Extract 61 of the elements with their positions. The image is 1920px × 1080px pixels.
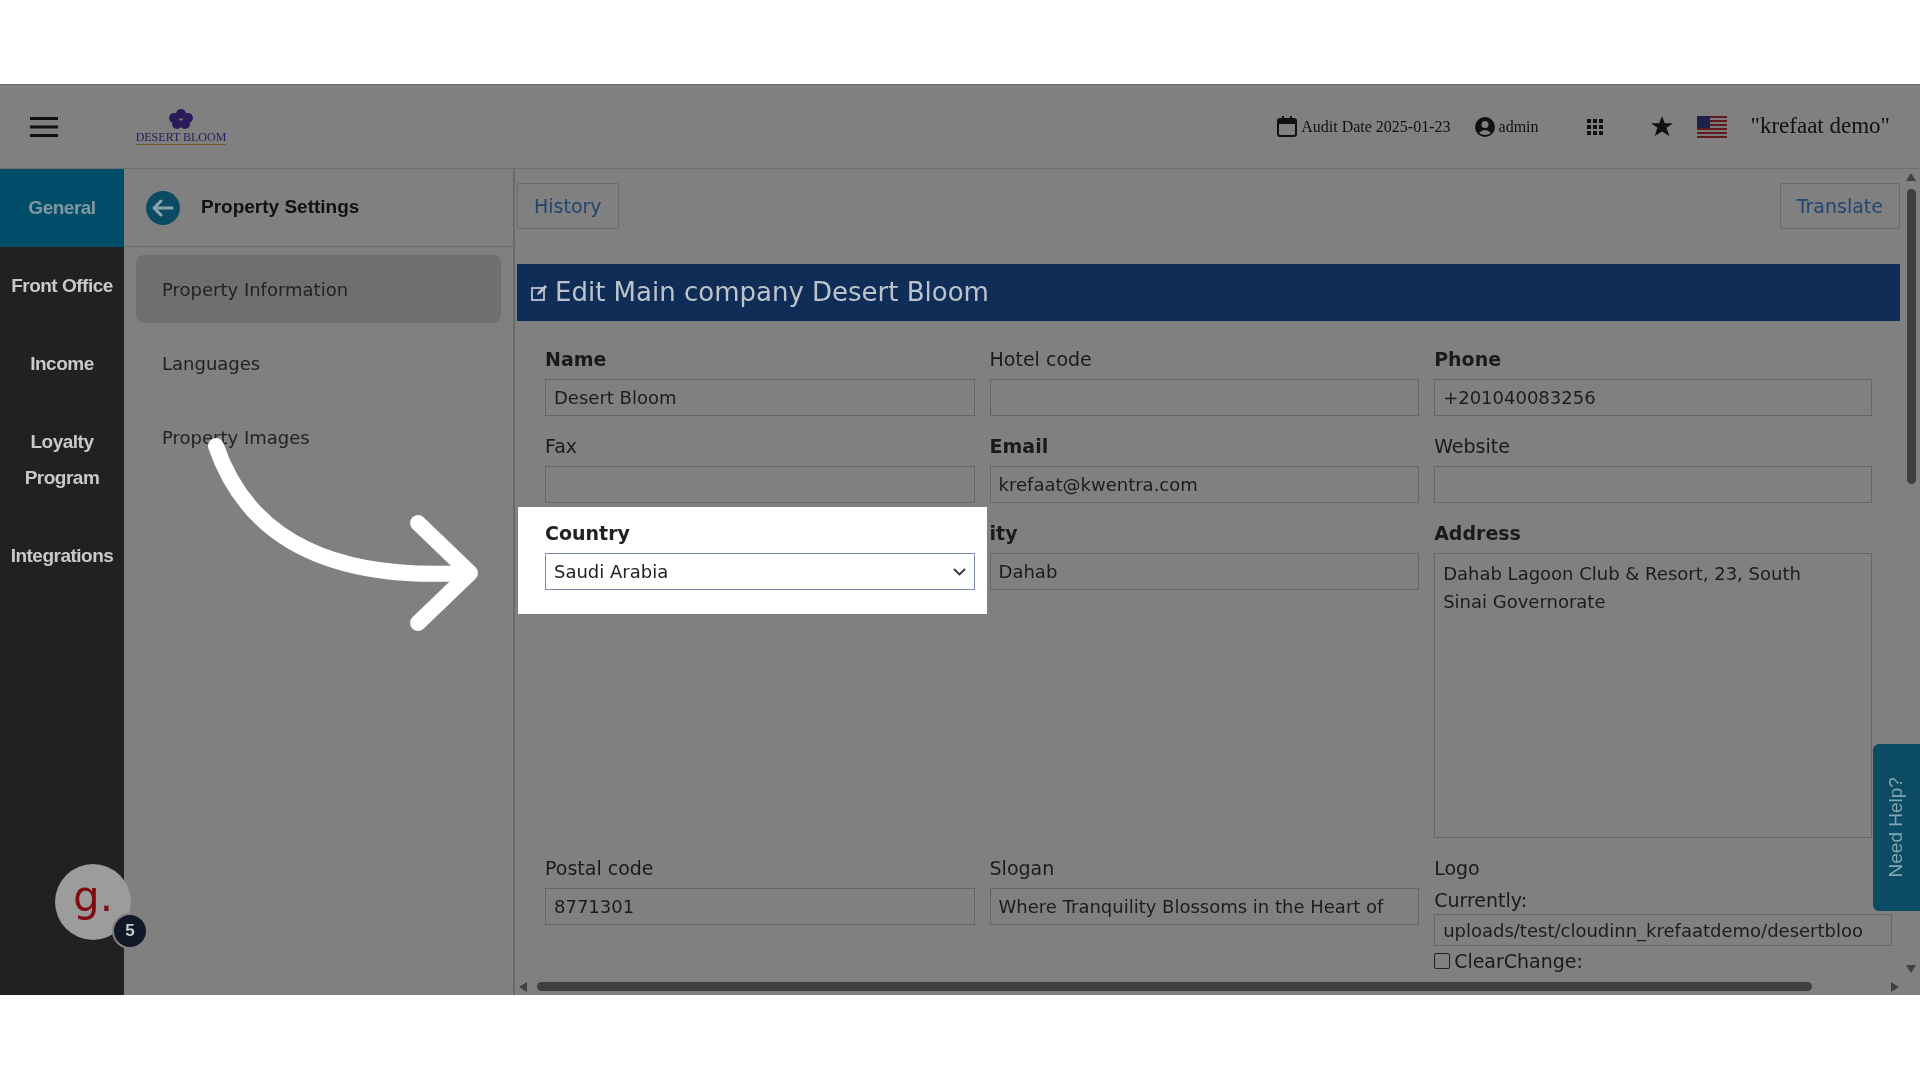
edit-icon xyxy=(531,284,547,301)
field-label: Phone xyxy=(1434,347,1503,371)
input-field[interactable]: Desert Bloom xyxy=(545,379,975,416)
field-label: Hotel code xyxy=(989,347,1093,371)
field-label: Country xyxy=(545,521,631,545)
field-label: Logo xyxy=(1434,856,1481,880)
field-label: Slogan xyxy=(989,856,1056,880)
translate-button[interactable]: Translate xyxy=(1779,183,1900,229)
textarea-field[interactable]: Dahab Lagoon Club & Resort, 23, South Sinai Governorate xyxy=(1434,553,1872,838)
scroll-left-icon[interactable] xyxy=(519,982,527,992)
menu-item[interactable]: Property Information xyxy=(136,255,501,323)
scroll-up-icon[interactable] xyxy=(1906,173,1916,181)
panel-title: Property Settings xyxy=(201,195,360,220)
audit-date: Audit Date 2025-01-23 xyxy=(1301,116,1451,137)
history-button[interactable]: History xyxy=(517,183,619,229)
scrollbar-thumb[interactable] xyxy=(1907,189,1916,484)
menu-item[interactable]: Property Images xyxy=(136,403,501,471)
help-tab[interactable]: Need Help? xyxy=(1873,744,1920,911)
nav-item[interactable]: Front Office xyxy=(0,247,124,325)
logo-text: DESERT BLOOM xyxy=(135,130,227,145)
flag-icon[interactable] xyxy=(1696,115,1727,138)
select-value: Saudi Arabia xyxy=(554,560,669,584)
input-field[interactable] xyxy=(545,466,975,503)
input-field[interactable]: Where Tranquility Blossoms in the Heart of xyxy=(989,888,1420,925)
scroll-right-icon[interactable] xyxy=(1891,982,1899,992)
current-label: Currently: xyxy=(1434,888,1529,912)
scrollbar-thumb[interactable] xyxy=(537,982,1812,991)
input-field[interactable]: 8771301 xyxy=(545,888,975,925)
field-label: Postal code xyxy=(545,856,655,880)
user-icon[interactable] xyxy=(1474,116,1495,137)
nav-item[interactable]: Loyalty Program xyxy=(0,403,124,517)
input-field[interactable]: +201040083256 xyxy=(1434,379,1872,416)
nav-item[interactable]: Income xyxy=(0,325,124,403)
checkbox[interactable] xyxy=(1434,953,1451,969)
card-title: Edit Main company Desert Bloom xyxy=(555,276,989,309)
input-field[interactable]: krefaat@kwentra.com xyxy=(989,466,1420,503)
input-field[interactable] xyxy=(989,379,1420,416)
flower-icon xyxy=(166,108,196,130)
nav-item[interactable]: General xyxy=(0,169,124,247)
field-label: ity xyxy=(989,521,1019,545)
file-path-field[interactable]: uploads/test/cloudinn_krefaatdemo/desertbloo xyxy=(1434,914,1892,946)
nav-item[interactable]: Integrations xyxy=(0,517,124,595)
scroll-down-icon[interactable] xyxy=(1906,965,1916,973)
menu-item[interactable]: Languages xyxy=(136,329,501,397)
apps-grid-icon[interactable] xyxy=(1586,118,1603,135)
account-name[interactable]: "krefaat demo" xyxy=(1750,109,1890,144)
field-label: Email xyxy=(989,434,1050,458)
calendar-icon xyxy=(1277,116,1298,137)
field-label: Fax xyxy=(545,434,579,458)
user-name[interactable]: admin xyxy=(1498,114,1539,139)
notification-count: 5 xyxy=(112,913,148,949)
field-label: Name xyxy=(545,347,608,371)
field-label: Address xyxy=(1434,521,1522,545)
field-label: Website xyxy=(1434,434,1511,458)
menu-icon[interactable] xyxy=(30,115,58,138)
clear-label: ClearChange: xyxy=(1454,949,1583,973)
input-field[interactable]: Dahab xyxy=(989,553,1420,590)
select-field[interactable]: Saudi Arabia xyxy=(545,553,975,590)
input-field[interactable] xyxy=(1434,466,1872,503)
caret-icon xyxy=(952,567,966,576)
star-icon[interactable] xyxy=(1650,116,1673,137)
